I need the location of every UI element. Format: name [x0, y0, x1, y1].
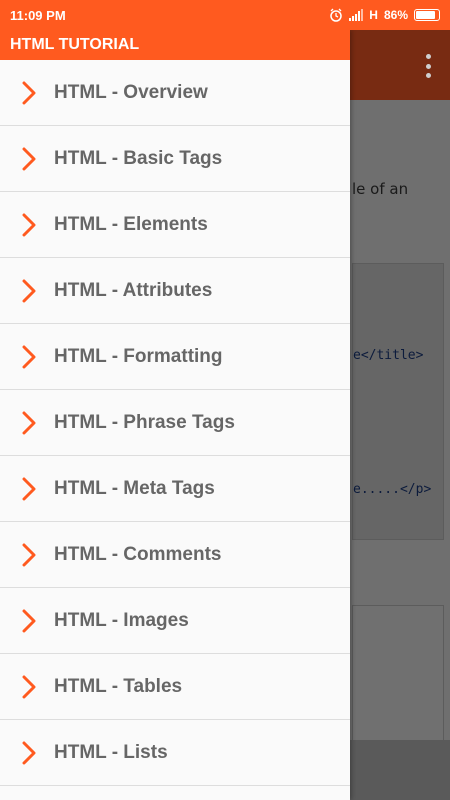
- chevron-right-icon: [20, 147, 38, 171]
- chevron-right-icon: [20, 411, 38, 435]
- overflow-menu-icon[interactable]: [424, 54, 432, 78]
- drawer-item-label: HTML - Comments: [54, 543, 222, 565]
- alarm-icon: [330, 8, 343, 22]
- drawer-item[interactable]: HTML - Images: [0, 588, 350, 654]
- drawer-item[interactable]: HTML - Formatting: [0, 324, 350, 390]
- code-example-box: [352, 605, 444, 747]
- chevron-right-icon: [20, 213, 38, 237]
- drawer-item[interactable]: HTML - Meta Tags: [0, 456, 350, 522]
- drawer-item-label: HTML - Phrase Tags: [54, 411, 235, 433]
- drawer-item-label: HTML - Elements: [54, 213, 208, 235]
- code-line: e</title>: [353, 348, 424, 363]
- signal-icon: [349, 9, 364, 21]
- drawer-item-label: HTML - Images: [54, 609, 189, 631]
- content-text-fragment: le of an: [352, 180, 409, 198]
- navigation-drawer: HTML TUTORIAL HTML - Overview HTML - Basi…: [0, 30, 350, 800]
- drawer-item[interactable]: HTML - Overview: [0, 60, 350, 126]
- chevron-right-icon: [20, 279, 38, 303]
- drawer-item-label: HTML - Formatting: [54, 345, 223, 367]
- status-icons: H 86%: [329, 8, 440, 22]
- drawer-item[interactable]: HTML - Tables: [0, 654, 350, 720]
- chevron-right-icon: [20, 477, 38, 501]
- drawer-item[interactable]: HTML - Comments: [0, 522, 350, 588]
- drawer-title: HTML TUTORIAL: [0, 30, 350, 60]
- status-time: 11:09 PM: [10, 7, 66, 23]
- chevron-right-icon: [20, 81, 38, 105]
- drawer-item[interactable]: HTML - Basic Tags: [0, 126, 350, 192]
- network-type: H: [369, 8, 378, 22]
- chevron-right-icon: [20, 675, 38, 699]
- screen: 11:09 PM H 86% le of an e</title> e.....…: [0, 0, 450, 800]
- battery-percent: 86%: [383, 8, 408, 22]
- chevron-right-icon: [20, 543, 38, 567]
- chevron-right-icon: [20, 609, 38, 633]
- drawer-item-label: HTML - Tables: [54, 675, 183, 697]
- battery-level: [416, 11, 435, 19]
- chevron-right-icon: [20, 741, 38, 765]
- code-example-box: e</title> e.....</p>: [352, 263, 444, 540]
- chevron-right-icon: [20, 345, 38, 369]
- code-line: e.....</p>: [353, 482, 432, 497]
- status-bar: 11:09 PM H 86%: [0, 0, 450, 30]
- drawer-item-label: HTML - Basic Tags: [54, 147, 223, 169]
- drawer-menu: HTML - Overview HTML - Basic Tags HTML - E…: [0, 60, 350, 786]
- drawer-item-label: HTML - Overview: [54, 81, 208, 103]
- bottom-bar: [350, 740, 450, 800]
- drawer-item-label: HTML - Meta Tags: [54, 477, 215, 499]
- drawer-item-label: HTML - Attributes: [54, 279, 213, 301]
- drawer-item[interactable]: HTML - Elements: [0, 192, 350, 258]
- drawer-item[interactable]: HTML - Attributes: [0, 258, 350, 324]
- drawer-item-label: HTML - Lists: [54, 741, 168, 763]
- drawer-item[interactable]: HTML - Lists: [0, 720, 350, 786]
- drawer-item[interactable]: HTML - Phrase Tags: [0, 390, 350, 456]
- battery-icon: [414, 9, 440, 21]
